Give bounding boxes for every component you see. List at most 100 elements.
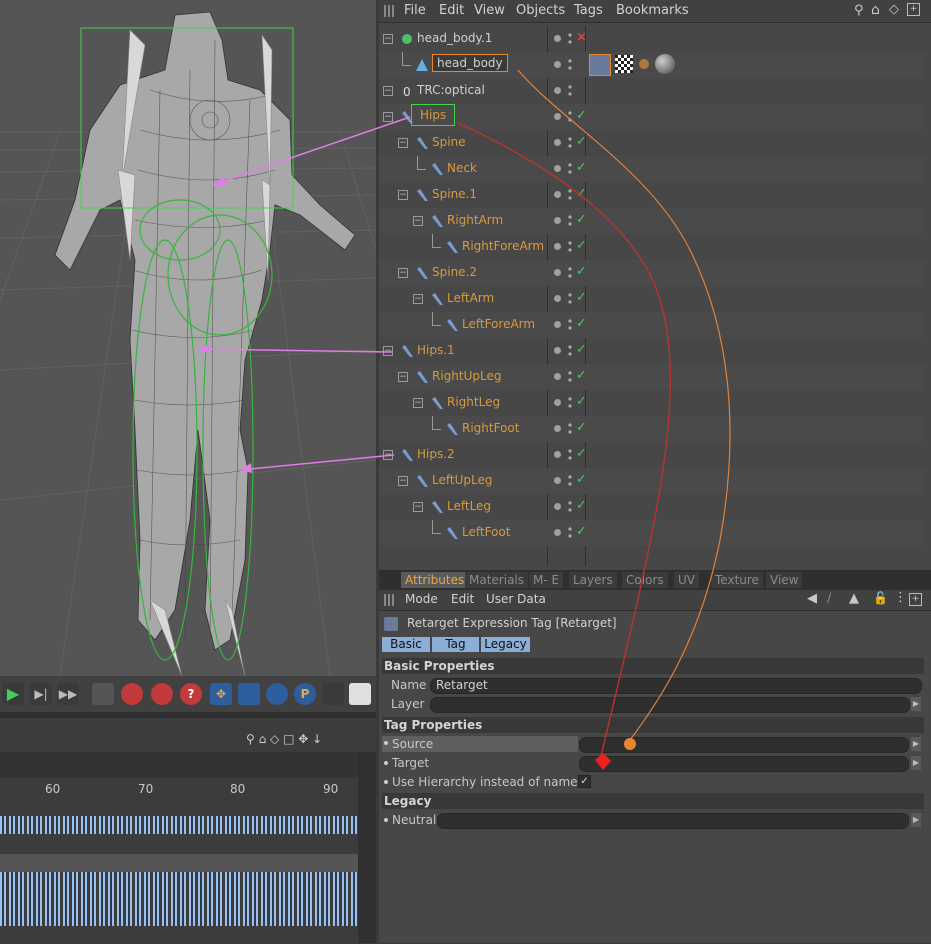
render-dot-icon[interactable] (568, 266, 572, 280)
render-dot-icon[interactable] (568, 448, 572, 462)
enabled-check-icon[interactable]: ✓ (576, 342, 587, 357)
object-row[interactable]: − Hips.1 ✓ (379, 338, 925, 364)
rotate-icon[interactable] (266, 683, 288, 705)
key-tracks[interactable] (0, 794, 358, 944)
points-grid-icon[interactable] (322, 683, 344, 705)
tab-me[interactable]: M- E (529, 572, 564, 588)
visibility-dot-icon[interactable] (554, 165, 561, 172)
visibility-dot-icon[interactable] (554, 529, 561, 536)
render-dot-icon[interactable] (568, 162, 572, 176)
object-name[interactable]: RightUpLeg (432, 369, 501, 383)
object-row[interactable]: LeftForeArm ✓ (379, 312, 925, 338)
object-row[interactable]: − Hips ✓ (379, 104, 925, 130)
name-field[interactable]: Retarget (430, 678, 922, 694)
render-dot-icon[interactable] (568, 344, 572, 358)
menu-user-data[interactable]: User Data (486, 592, 546, 606)
visibility-dot-icon[interactable] (554, 87, 561, 94)
object-name[interactable]: Spine.2 (432, 265, 477, 279)
visibility-dot-icon[interactable] (554, 35, 561, 42)
expand-toggle-icon[interactable]: − (413, 294, 423, 304)
tab-colors[interactable]: Colors (622, 572, 668, 588)
next-frame-icon[interactable]: ▶| (30, 683, 52, 705)
render-dot-icon[interactable] (568, 214, 572, 228)
menu-bookmarks[interactable]: Bookmarks (616, 3, 689, 18)
visibility-dot-icon[interactable] (554, 269, 561, 276)
visibility-dot-icon[interactable] (554, 321, 561, 328)
render-dot-icon[interactable] (568, 474, 572, 488)
object-name[interactable]: head_body (432, 54, 508, 72)
object-row[interactable]: RightForeArm ✓ (379, 234, 925, 260)
enabled-check-icon[interactable]: ✓ (576, 212, 587, 227)
animate-dot-icon[interactable] (384, 761, 388, 765)
material-tag-icon[interactable] (639, 59, 649, 69)
render-dot-icon[interactable] (568, 370, 572, 384)
object-row[interactable]: RightFoot ✓ (379, 416, 925, 442)
render-dot-icon[interactable] (568, 240, 572, 254)
render-dot-icon[interactable] (568, 396, 572, 410)
render-dot-icon[interactable] (568, 84, 572, 98)
visibility-dot-icon[interactable] (554, 139, 561, 146)
expand-toggle-icon[interactable]: − (383, 450, 393, 460)
grip-icon[interactable] (384, 594, 396, 606)
record-icon[interactable] (121, 683, 143, 705)
help-icon[interactable]: ? (180, 683, 202, 705)
enabled-check-icon[interactable]: ✓ (576, 290, 587, 305)
layer-field[interactable] (430, 697, 910, 713)
subtab-legacy[interactable]: Legacy (481, 637, 530, 652)
tab-texture[interactable]: Texture (711, 572, 763, 588)
retarget-tag-icon[interactable] (589, 54, 611, 76)
menu-edit[interactable]: Edit (439, 3, 464, 18)
object-name[interactable]: LeftFoot (462, 525, 510, 539)
new-window-icon[interactable]: + (907, 3, 920, 16)
visibility-dot-icon[interactable] (554, 425, 561, 432)
object-name[interactable]: LeftLeg (447, 499, 491, 513)
enabled-check-icon[interactable]: ✓ (576, 394, 587, 409)
enabled-check-icon[interactable]: ✓ (576, 524, 587, 539)
object-name[interactable]: LeftUpLeg (432, 473, 492, 487)
render-dot-icon[interactable] (568, 32, 572, 46)
tab-materials[interactable]: Materials (465, 572, 529, 588)
source-arrow-icon[interactable]: ▶ (911, 737, 921, 751)
render-dot-icon[interactable] (568, 188, 572, 202)
autokey-icon[interactable] (151, 683, 173, 705)
visibility-dot-icon[interactable] (554, 373, 561, 380)
enabled-check-icon[interactable]: ✓ (576, 472, 587, 487)
expand-toggle-icon[interactable]: − (383, 346, 393, 356)
object-name[interactable]: Hips.1 (417, 343, 455, 357)
object-name[interactable]: LeftArm (447, 291, 494, 305)
object-row[interactable]: head_body (379, 52, 925, 78)
visibility-dot-icon[interactable] (554, 217, 561, 224)
enabled-check-icon[interactable]: ✓ (576, 316, 587, 331)
target-link-field[interactable] (579, 756, 909, 772)
menu-view[interactable]: View (474, 3, 505, 18)
object-row[interactable]: − LeftArm ✓ (379, 286, 925, 312)
go-to-end-icon[interactable]: ▶▶ (57, 683, 79, 705)
source-link-field[interactable] (579, 737, 909, 753)
visibility-dot-icon[interactable] (554, 243, 561, 250)
expand-toggle-icon[interactable]: − (398, 138, 408, 148)
back-arrow-icon[interactable]: ◀ (807, 591, 817, 606)
visibility-dot-icon[interactable] (554, 191, 561, 198)
parameter-icon[interactable]: P (294, 683, 316, 705)
home-icon[interactable]: ⌂ (871, 2, 880, 18)
forward-arrow-icon[interactable]: ∕ (827, 591, 831, 606)
visibility-dot-icon[interactable] (554, 451, 561, 458)
visibility-dot-icon[interactable] (554, 399, 561, 406)
object-name[interactable]: TRC:optical (417, 83, 485, 97)
texture-tag-icon[interactable] (615, 55, 633, 73)
enabled-check-icon[interactable]: ✓ (576, 446, 587, 461)
expand-toggle-icon[interactable]: − (383, 112, 393, 122)
object-name[interactable]: Neck (447, 161, 477, 175)
new-window-icon[interactable]: + (909, 593, 922, 606)
render-dot-icon[interactable] (568, 110, 572, 124)
sound-icon[interactable] (92, 683, 114, 705)
neutral-arrow-icon[interactable]: ▶ (911, 813, 921, 827)
tab-attributes[interactable]: Attributes (401, 572, 469, 588)
enabled-check-icon[interactable]: ✓ (576, 134, 587, 149)
move-icon[interactable]: ✥ (210, 683, 232, 705)
enabled-check-icon[interactable]: ✓ (576, 498, 587, 513)
key-track[interactable] (0, 872, 358, 890)
render-dot-icon[interactable] (568, 422, 572, 436)
tab-uv[interactable]: UV (674, 572, 699, 588)
expand-toggle-icon[interactable]: − (398, 476, 408, 486)
